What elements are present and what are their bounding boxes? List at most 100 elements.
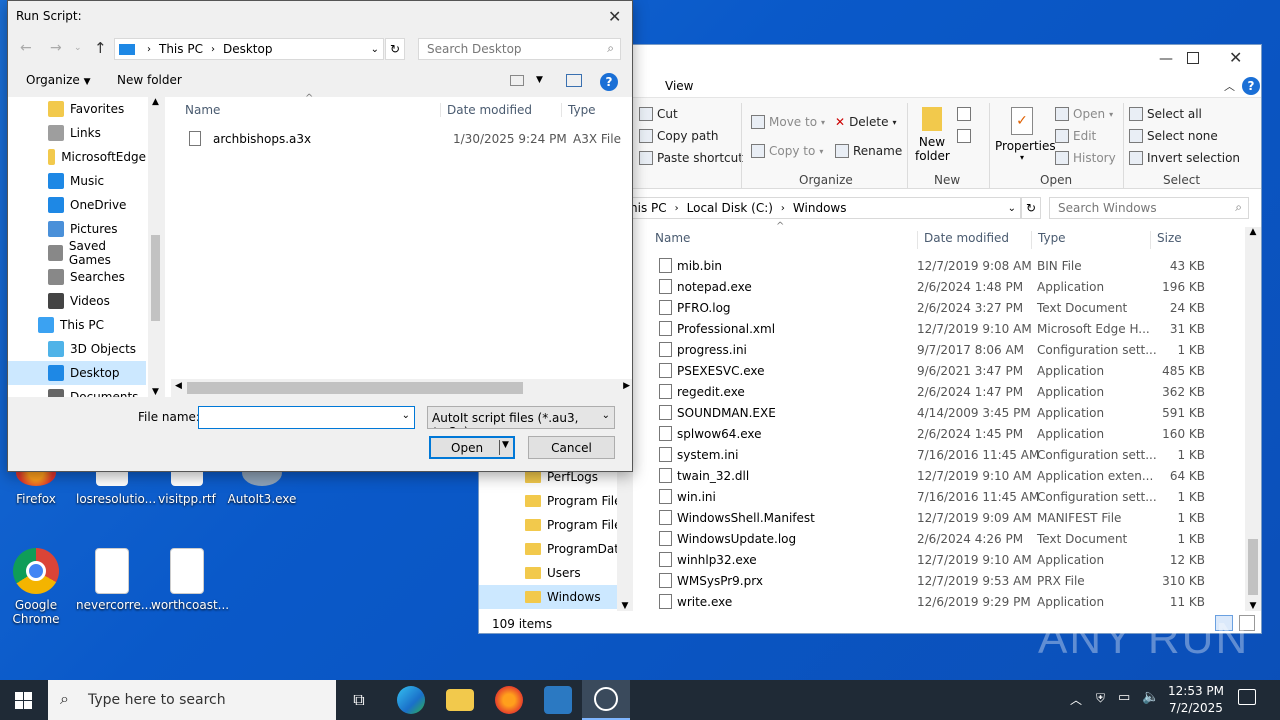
select-all-button[interactable]: Select all — [1129, 107, 1202, 121]
dialog-search-input[interactable]: Search Desktop ⌕ — [418, 38, 621, 60]
nav-item[interactable]: Desktop — [8, 361, 146, 385]
move-to-button[interactable]: Move to ▾ — [751, 115, 825, 129]
address-segment[interactable]: his PC — [630, 201, 667, 215]
help-icon[interactable]: ? — [600, 73, 618, 91]
table-row[interactable]: twain_32.dll 12/7/2019 9:10 AM Application… — [655, 465, 1229, 486]
nav-item[interactable]: Documents — [8, 385, 146, 397]
chevron-down-icon[interactable]: ▼ — [536, 75, 543, 85]
address-bar[interactable]: his PC › Local Disk (C:) › Windows ⌄ — [625, 197, 1021, 219]
table-row[interactable]: notepad.exe 2/6/2024 1:48 PM Application 19… — [655, 276, 1229, 297]
paste-shortcut-button[interactable]: Paste shortcut — [639, 151, 743, 165]
column-header-name[interactable]: Name — [655, 231, 690, 245]
scroll-right-icon[interactable]: ▶ — [623, 381, 630, 391]
tab-view[interactable]: View — [665, 79, 693, 93]
minimize-button[interactable]: — — [1159, 51, 1179, 67]
nav-item[interactable]: OneDrive — [8, 193, 146, 217]
cancel-button[interactable]: Cancel — [528, 436, 615, 459]
column-header-date[interactable]: Date modified — [440, 103, 532, 117]
network-icon[interactable]: ▭ — [1118, 690, 1130, 705]
desktop-icon-chrome[interactable]: Google Chrome — [0, 548, 72, 626]
scroll-up-icon[interactable]: ▲ — [148, 97, 163, 107]
scrollbar-thumb[interactable] — [1248, 539, 1258, 595]
tree-item[interactable]: Users — [479, 561, 629, 585]
chevron-down-icon[interactable]: ⌄ — [1008, 203, 1016, 214]
history-button[interactable]: History — [1055, 151, 1116, 165]
desktop-icon-nevercorre[interactable]: nevercorre... — [76, 548, 152, 612]
table-row[interactable]: progress.ini 9/7/2017 8:06 AM Configuratio… — [655, 339, 1229, 360]
tree-item[interactable]: ProgramData — [479, 537, 629, 561]
column-header-type[interactable]: Type — [1031, 231, 1066, 249]
copy-to-button[interactable]: Copy to ▾ — [751, 144, 823, 158]
select-none-button[interactable]: Select none — [1129, 129, 1218, 143]
table-row[interactable]: system.ini 7/16/2016 11:45 AM Configuratio… — [655, 444, 1229, 465]
table-row[interactable]: Professional.xml 12/7/2019 9:10 AM Microso… — [655, 318, 1229, 339]
notifications-icon[interactable] — [1238, 689, 1256, 705]
search-input[interactable]: Search Windows ⌕ — [1049, 197, 1249, 219]
dialog-address-bar[interactable]: › This PC › Desktop ⌄ — [114, 38, 384, 60]
open-button[interactable]: Open ▾ — [1055, 107, 1113, 121]
file-explorer-icon[interactable] — [446, 689, 474, 711]
nav-item[interactable]: This PC — [8, 313, 146, 337]
table-row[interactable]: SOUNDMAN.EXE 4/14/2009 3:45 PM Application… — [655, 402, 1229, 423]
vertical-scrollbar[interactable]: ▲ ▼ — [1245, 227, 1261, 611]
table-row[interactable]: write.exe 12/6/2019 9:29 PM Application 11 … — [655, 591, 1229, 612]
edit-button[interactable]: Edit — [1055, 129, 1096, 143]
address-segment[interactable]: Windows — [793, 201, 847, 215]
chevron-down-icon[interactable]: ⌄ — [371, 44, 379, 55]
invert-selection-button[interactable]: Invert selection — [1129, 151, 1240, 165]
split-dropdown-icon[interactable]: ▼ — [499, 440, 511, 455]
open-button[interactable]: Open ▼ — [429, 436, 515, 459]
copy-path-button[interactable]: Copy path — [639, 129, 719, 143]
scroll-down-icon[interactable]: ▼ — [148, 387, 163, 397]
taskbar-search-input[interactable]: ⌕ Type here to search — [48, 680, 336, 720]
close-button[interactable]: ✕ — [1229, 48, 1242, 67]
scroll-left-icon[interactable]: ◀ — [175, 381, 182, 391]
nav-scrollbar[interactable]: ▲ ▼ — [148, 97, 163, 397]
table-row[interactable]: splwow64.exe 2/6/2024 1:45 PM Application 1… — [655, 423, 1229, 444]
firefox-icon[interactable] — [495, 686, 523, 714]
file-name-input[interactable]: ⌄ — [198, 406, 415, 429]
nav-item[interactable]: Searches — [8, 265, 146, 289]
edge-icon[interactable] — [397, 686, 425, 714]
table-row[interactable]: PSEXESVC.exe 9/6/2021 3:47 PM Application 4… — [655, 360, 1229, 381]
new-item-icon[interactable] — [957, 107, 971, 121]
forward-button[interactable]: → — [50, 40, 62, 56]
desktop-icon-worthcoast[interactable]: worthcoast... — [151, 548, 229, 612]
tree-item[interactable]: Program Files — [479, 513, 629, 537]
table-row[interactable]: mib.bin 12/7/2019 9:08 AM BIN File 43 KB — [655, 255, 1229, 276]
nav-item[interactable]: Favorites — [8, 97, 146, 121]
app-icon[interactable] — [544, 686, 572, 714]
table-row[interactable]: WMSysPr9.prx 12/7/2019 9:53 AM PRX File 310… — [655, 570, 1229, 591]
table-row[interactable]: win.ini 7/16/2016 11:45 AM Configuration s… — [655, 486, 1229, 507]
nav-item[interactable]: Links — [8, 121, 146, 145]
ribbon-collapse-icon[interactable]: ︿ — [1224, 78, 1235, 94]
chevron-down-icon[interactable]: ⌄ — [402, 410, 410, 421]
refresh-button[interactable]: ↻ — [1021, 197, 1041, 219]
task-view-icon[interactable]: ⧉ — [346, 686, 372, 714]
easy-access-icon[interactable] — [957, 129, 971, 143]
file-row[interactable]: archbishops.a3x 1/30/2025 9:24 PM A3X Fi… — [185, 130, 625, 150]
column-header-size[interactable]: Size — [1150, 231, 1182, 249]
table-row[interactable]: winhlp32.exe 12/7/2019 9:10 AM Application… — [655, 549, 1229, 570]
back-button[interactable]: ← — [20, 40, 32, 56]
volume-icon[interactable]: 🔈 — [1142, 689, 1159, 705]
new-folder-button[interactable]: New folder — [915, 107, 950, 163]
table-row[interactable]: PFRO.log 2/6/2024 3:27 PM Text Document 24 … — [655, 297, 1229, 318]
chevron-up-icon[interactable]: ︿ — [1070, 691, 1082, 708]
nav-item[interactable]: Saved Games — [8, 239, 146, 267]
address-segment[interactable]: Desktop — [223, 42, 273, 56]
column-header-date[interactable]: Date modified — [917, 231, 1009, 249]
column-header-name[interactable]: Name — [185, 103, 220, 117]
address-segment[interactable]: Local Disk (C:) — [687, 201, 773, 215]
table-row[interactable]: regedit.exe 2/6/2024 1:47 PM Application 36… — [655, 381, 1229, 402]
address-segment[interactable]: This PC — [159, 42, 203, 56]
nav-item[interactable]: 3D Objects — [8, 337, 146, 361]
table-row[interactable]: WindowsUpdate.log 2/6/2024 4:26 PM Text Do… — [655, 528, 1229, 549]
tree-item[interactable]: Windows — [479, 585, 617, 609]
change-view-icon[interactable] — [510, 75, 524, 86]
help-icon[interactable]: ? — [1242, 77, 1260, 95]
preview-pane-icon[interactable] — [566, 74, 582, 87]
autoit-taskbar-button[interactable] — [582, 680, 630, 720]
nav-item[interactable]: MicrosoftEdge — [8, 145, 146, 169]
horizontal-scrollbar[interactable]: ◀ ▶ — [171, 379, 632, 397]
